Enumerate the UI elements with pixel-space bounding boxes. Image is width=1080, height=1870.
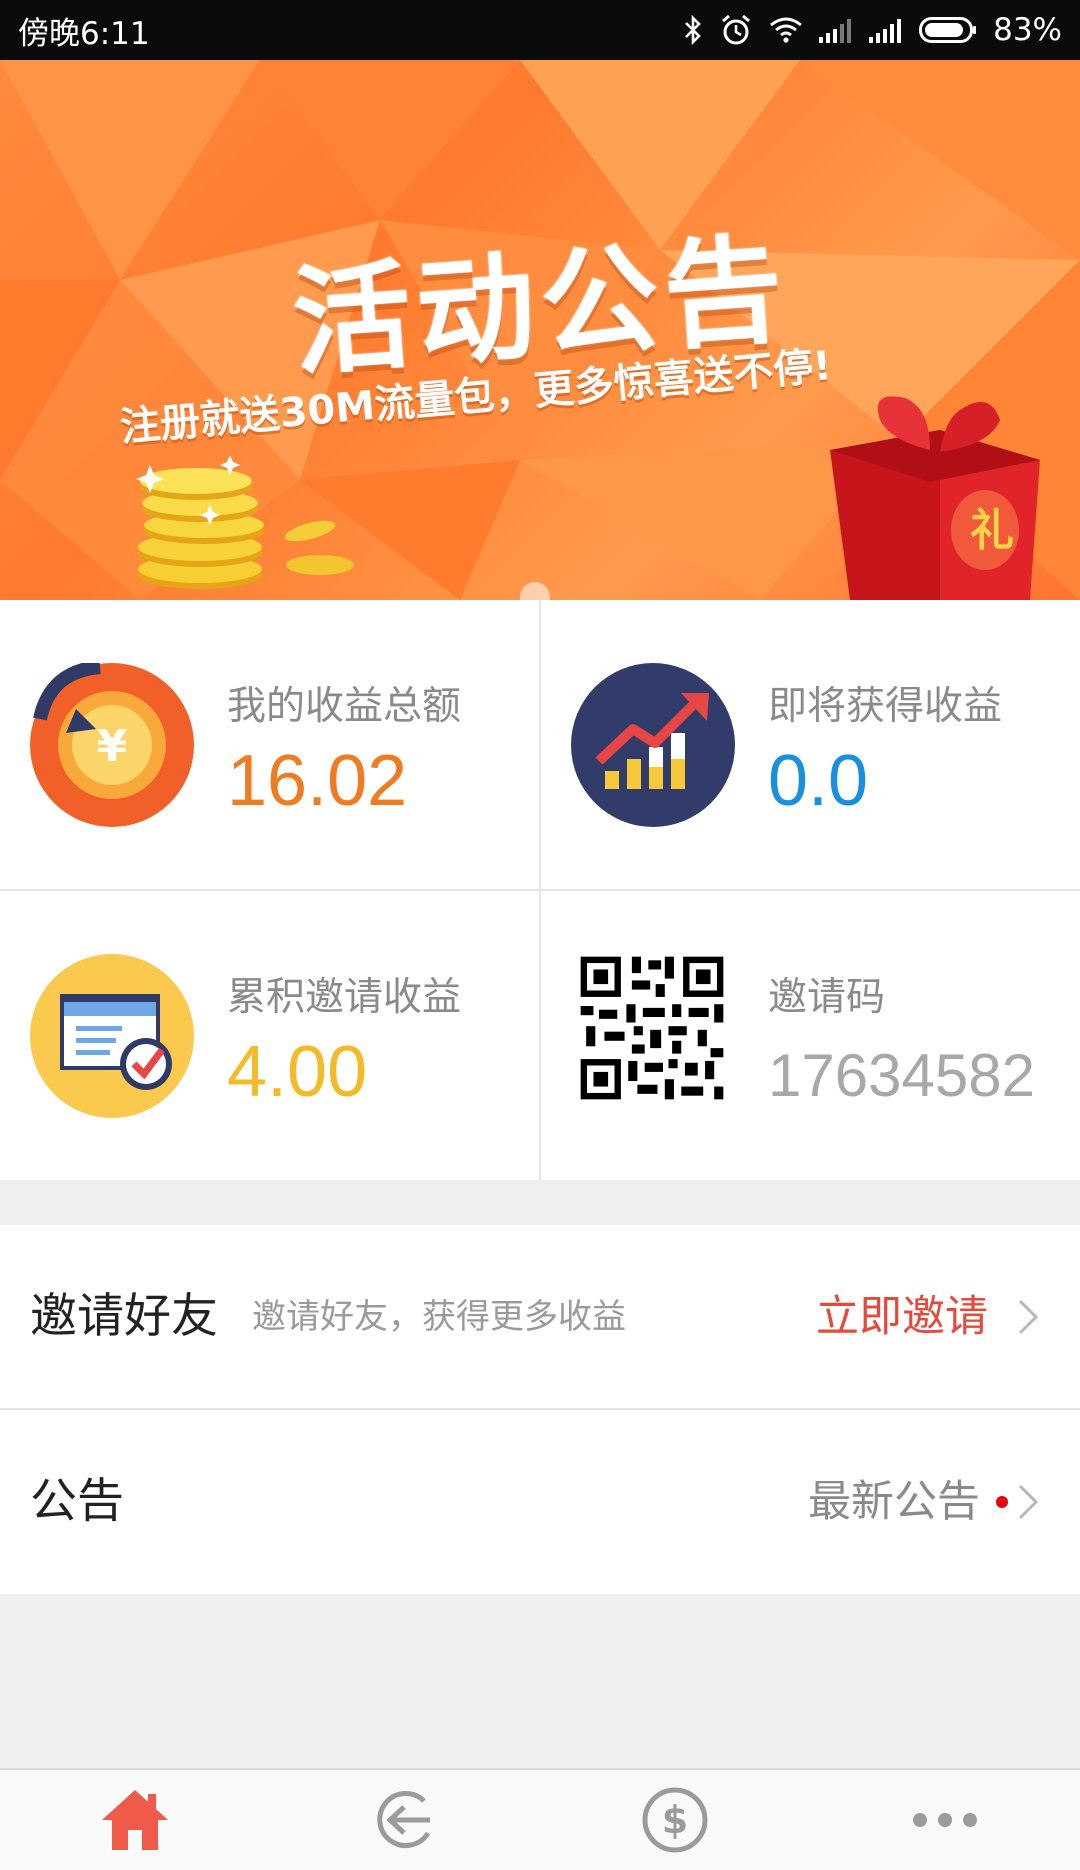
- gift-char: 礼: [970, 505, 1014, 556]
- row-title: 邀请好友: [30, 1289, 218, 1344]
- battery-percent: 83%: [993, 12, 1062, 48]
- alarm-icon: [722, 14, 751, 45]
- svg-text:¥: ¥: [97, 721, 128, 772]
- growth-chart-icon: [571, 663, 735, 827]
- stat-invite-code[interactable]: 邀请码 17634582: [541, 891, 1080, 1181]
- promo-banner[interactable]: 活动公告 注册就送30M流量包，更多惊喜送不停! 礼: [0, 60, 1080, 600]
- bluetooth-icon: [685, 14, 701, 46]
- qr-code-icon: [577, 953, 727, 1103]
- nav-more[interactable]: [810, 1770, 1080, 1870]
- stat-label: 邀请码: [768, 975, 886, 1020]
- invite-now-link[interactable]: 立即邀请: [816, 1225, 988, 1409]
- stat-value: 0.0: [768, 741, 869, 821]
- status-icons: 83%: [683, 12, 1062, 48]
- status-time: 傍晚6:11: [18, 15, 150, 52]
- checklist-icon: [30, 954, 194, 1118]
- app-screen: 傍晚6:11 83% 活动公告 注册就送30M流量包，更多惊喜送不停! 礼 ¥ …: [0, 0, 1080, 1870]
- home-icon: [102, 1790, 168, 1850]
- more-icon: [913, 1813, 977, 1827]
- unread-dot: [996, 1496, 1008, 1508]
- coins-icon: [136, 455, 354, 589]
- row-description: 邀请好友，获得更多收益: [252, 1297, 626, 1337]
- stats-grid: ¥ 我的收益总额 16.02 即将获得收益 0.0 累积邀请收益 4.00 邀请…: [0, 600, 1080, 1180]
- invite-code-value: 17634582: [768, 1042, 1035, 1109]
- invite-friends-row[interactable]: 邀请好友 邀请好友，获得更多收益 立即邀请: [0, 1225, 1080, 1409]
- notice-row[interactable]: 公告 最新公告: [0, 1410, 1080, 1594]
- stat-label: 累积邀请收益: [227, 975, 462, 1020]
- stat-upcoming-income[interactable]: 即将获得收益 0.0: [541, 600, 1080, 890]
- stat-label: 即将获得收益: [768, 684, 1003, 729]
- back-circle-icon: [377, 1791, 431, 1848]
- svg-text:$: $: [662, 1798, 688, 1842]
- signal-icon: [869, 19, 902, 43]
- dollar-icon: $: [642, 1787, 708, 1853]
- latest-notice-link[interactable]: 最新公告: [808, 1410, 980, 1594]
- stat-invite-income[interactable]: 累积邀请收益 4.00: [0, 891, 540, 1181]
- bottom-nav: $: [0, 1768, 1080, 1870]
- wifi-icon: [770, 17, 803, 43]
- stat-value: 4.00: [227, 1032, 368, 1112]
- chevron-right-icon: [1018, 1299, 1039, 1335]
- stat-value: 16.02: [227, 741, 408, 821]
- battery-icon: [919, 17, 977, 43]
- chevron-right-icon: [1018, 1484, 1039, 1520]
- nav-home[interactable]: [0, 1770, 270, 1870]
- nav-income[interactable]: $: [540, 1770, 810, 1870]
- gift-box-icon: 礼: [830, 396, 1040, 600]
- stat-total-income[interactable]: ¥ 我的收益总额 16.02: [0, 600, 540, 890]
- stat-label: 我的收益总额: [227, 684, 462, 729]
- signal-icon: [819, 19, 852, 43]
- status-bar: 傍晚6:11 83%: [0, 0, 1080, 60]
- yen-coin-icon: ¥: [30, 663, 194, 827]
- nav-back[interactable]: [270, 1770, 540, 1870]
- row-title: 公告: [30, 1474, 124, 1529]
